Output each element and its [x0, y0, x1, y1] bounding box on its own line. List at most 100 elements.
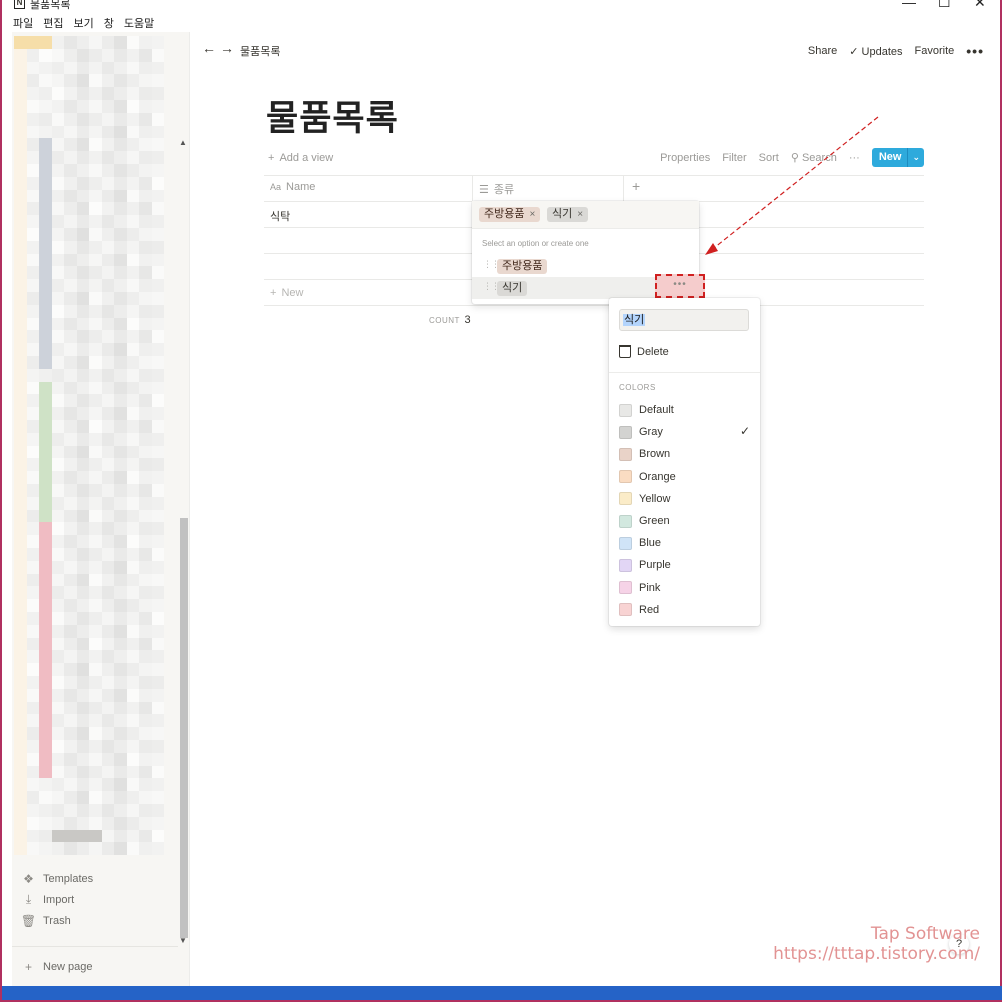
blurred-pixel [101, 804, 114, 817]
favorite-button[interactable]: Favorite [915, 45, 955, 57]
remove-tag-icon[interactable]: × [577, 207, 583, 222]
forward-arrow-icon[interactable]: → [220, 40, 234, 56]
chevron-down-icon[interactable]: ⌄ [907, 148, 924, 167]
column-header-label: Name [286, 181, 316, 193]
selected-tag[interactable]: 주방용품 × [479, 207, 541, 222]
blurred-pixel [89, 560, 102, 574]
blurred-pixel [151, 189, 164, 203]
color-option-default[interactable]: Default [619, 400, 750, 420]
add-column-icon[interactable]: + [632, 178, 640, 194]
blurred-pixel [114, 176, 127, 190]
color-option-purple[interactable]: Purple [619, 555, 750, 575]
sort-button[interactable]: Sort [759, 152, 779, 164]
sidebar-scrollbar[interactable] [180, 518, 188, 938]
color-swatch [619, 425, 632, 439]
blurred-pixel [76, 125, 89, 139]
blurred-pixel [151, 292, 164, 305]
blurred-pixel [89, 791, 102, 804]
blurred-pixel [114, 356, 127, 369]
minimize-icon[interactable]: — [902, 0, 916, 10]
blurred-pixel [26, 445, 39, 459]
blurred-pixel [51, 151, 64, 164]
blurred-pixel [39, 112, 52, 126]
menu-edit[interactable]: 편집 [42, 14, 64, 30]
sidebar-item-import[interactable]: ⤓ Import [12, 889, 178, 910]
sidebar-item-templates[interactable]: ❖ Templates [12, 868, 178, 889]
blurred-pixel [89, 356, 102, 369]
blurred-pixel [114, 842, 127, 856]
close-icon[interactable]: ✕ [974, 0, 986, 11]
blurred-pixel [151, 688, 164, 702]
blurred-pixel [14, 663, 27, 676]
share-button[interactable]: Share [808, 45, 837, 57]
updates-button[interactable]: ✓ Updates [849, 45, 902, 58]
blurred-pixel [114, 74, 127, 88]
blurred-pixel [26, 253, 39, 267]
delete-option-button[interactable]: Delete [619, 345, 669, 358]
blurred-pixel [114, 804, 127, 817]
menu-window[interactable]: 창 [103, 14, 115, 30]
blurred-pixel [76, 138, 89, 152]
blurred-pixel [51, 496, 64, 510]
maximize-icon[interactable]: ☐ [938, 0, 951, 11]
count-summary[interactable]: COUNT 3 [429, 314, 471, 326]
blurred-pixel [14, 215, 27, 228]
new-page-button[interactable]: + New page [12, 956, 93, 977]
blurred-pixel [39, 279, 52, 292]
scroll-down-icon[interactable]: ▼ [179, 936, 187, 945]
table-row-name-cell[interactable]: 식탁 [270, 208, 290, 224]
scroll-up-icon[interactable]: ▲ [179, 138, 187, 147]
blurred-pixel [76, 36, 89, 49]
menu-help[interactable]: 도움말 [123, 14, 155, 30]
blurred-pixel [51, 676, 64, 689]
remove-tag-icon[interactable]: × [529, 207, 535, 222]
blurred-pixel [114, 36, 127, 49]
blurred-pixel [76, 253, 89, 267]
sidebar-item-trash[interactable]: 🗑 Trash [12, 910, 178, 931]
blurred-pixel [14, 816, 27, 830]
color-option-red[interactable]: Red [619, 600, 750, 620]
blurred-pixel [89, 189, 102, 203]
color-option-gray[interactable]: Gray ✓ [619, 422, 750, 442]
properties-button[interactable]: Properties [660, 152, 710, 164]
new-row-button[interactable]: + New [270, 287, 303, 299]
blurred-pixel [26, 548, 39, 561]
blurred-pixel [14, 509, 27, 523]
blurred-pixel [14, 599, 27, 612]
blurred-pixel [126, 663, 139, 676]
db-more-icon[interactable]: ··· [849, 152, 860, 164]
color-option-orange[interactable]: Orange [619, 467, 750, 487]
option-more-button[interactable]: ••• [655, 274, 705, 298]
page-title[interactable]: 물품목록 [266, 90, 399, 141]
blurred-pixel [76, 548, 89, 561]
blurred-pixel [14, 650, 27, 664]
blurred-pixel [126, 87, 139, 100]
blurred-pixel [64, 765, 77, 779]
new-record-button[interactable]: New ⌄ [871, 148, 924, 167]
blurred-pixel [64, 125, 77, 139]
selected-tag[interactable]: 식기 × [547, 207, 589, 222]
add-view-button[interactable]: + Add a view [268, 152, 333, 164]
color-swatch [619, 558, 632, 572]
blurred-pixel [126, 74, 139, 88]
color-option-green[interactable]: Green [619, 511, 750, 531]
filter-button[interactable]: Filter [722, 152, 746, 164]
menu-file[interactable]: 파일 [12, 14, 34, 30]
option-name-input[interactable]: 식기 [619, 309, 749, 331]
breadcrumb[interactable]: 물품목록 [240, 43, 280, 59]
color-option-blue[interactable]: Blue [619, 533, 750, 553]
blurred-pixel [76, 509, 89, 523]
blurred-pixel [14, 343, 27, 356]
menu-view[interactable]: 보기 [73, 14, 95, 30]
back-arrow-icon[interactable]: ← [202, 40, 216, 56]
search-button[interactable]: ⚲ Search [791, 151, 837, 164]
color-option-brown[interactable]: Brown [619, 444, 750, 464]
more-options-icon[interactable]: ••• [966, 43, 984, 59]
color-option-yellow[interactable]: Yellow [619, 489, 750, 509]
color-option-pink[interactable]: Pink [619, 578, 750, 598]
selected-tags-bar[interactable]: 주방용품 × 식기 × [472, 201, 699, 229]
new-button-label[interactable]: New [872, 148, 908, 167]
column-header-category[interactable]: ☰ 종류 [479, 181, 514, 197]
blurred-pixel [89, 804, 102, 817]
column-header-name[interactable]: Aa Name [270, 181, 315, 193]
